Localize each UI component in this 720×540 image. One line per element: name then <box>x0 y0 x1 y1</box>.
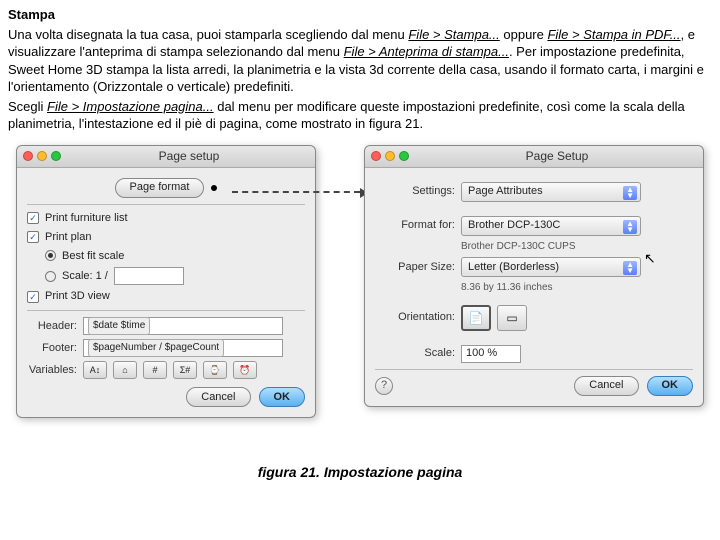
window-controls <box>371 151 409 161</box>
paper-size-note: 8.36 by 11.36 inches <box>461 281 693 295</box>
dot-icon <box>211 185 217 191</box>
header-input[interactable]: $date $time <box>83 317 283 335</box>
print-3d-label: Print 3D view <box>45 289 110 304</box>
var-button[interactable]: ⌂ <box>113 361 137 379</box>
titlebar-right: Page Setup <box>365 146 703 168</box>
print-3d-checkbox[interactable]: ✓ <box>27 291 39 303</box>
print-plan-label: Print plan <box>45 230 91 245</box>
titlebar-left: Page setup <box>17 146 315 168</box>
help-button[interactable]: ? <box>375 377 393 395</box>
p1-t2: oppure <box>500 27 548 42</box>
scale-label-right: Scale: <box>375 346 455 361</box>
var-button[interactable]: # <box>143 361 167 379</box>
scale-input[interactable] <box>114 267 184 285</box>
arrow-line <box>232 191 360 193</box>
cursor-icon: ↖ <box>644 249 656 268</box>
paragraph-2: Scegli File > Impostazione pagina... dal… <box>8 98 712 133</box>
scale-input-right[interactable]: 100 % <box>461 345 521 363</box>
best-fit-label: Best fit scale <box>62 249 124 264</box>
separator <box>375 369 693 370</box>
zoom-icon[interactable] <box>399 151 409 161</box>
ok-button[interactable]: OK <box>647 376 694 396</box>
p2-m1: File > Impostazione pagina... <box>47 99 214 114</box>
section-heading: Stampa <box>8 6 712 24</box>
scale-radio[interactable] <box>45 271 56 282</box>
page-setup-right-dialog: Page Setup Settings: Page Attributes▲▼ Fo… <box>364 145 704 407</box>
cancel-button[interactable]: Cancel <box>186 387 250 407</box>
paragraph-1: Una volta disegnata la tua casa, puoi st… <box>8 26 712 96</box>
var-button[interactable]: A↕ <box>83 361 107 379</box>
format-for-combo[interactable]: Brother DCP-130C▲▼ <box>461 216 641 236</box>
dialog-title-right: Page Setup <box>417 148 697 164</box>
figure-area: Page setup Page format ✓ Print furniture … <box>8 141 712 451</box>
p1-m1: File > Stampa... <box>408 27 499 42</box>
p1-t1: Una volta disegnata la tua casa, puoi st… <box>8 27 408 42</box>
footer-token: $pageNumber / $pageCount <box>88 339 224 357</box>
var-button[interactable]: Σ# <box>173 361 197 379</box>
separator <box>27 204 305 205</box>
header-token: $date $time <box>88 317 150 335</box>
page-setup-left-dialog: Page setup Page format ✓ Print furniture … <box>16 145 316 418</box>
format-for-label: Format for: <box>375 218 455 233</box>
landscape-button[interactable]: ▭ <box>497 305 527 331</box>
close-icon[interactable] <box>23 151 33 161</box>
paper-size-label: Paper Size: <box>375 260 455 275</box>
paper-size-value: Letter (Borderless) <box>468 260 559 275</box>
minimize-icon[interactable] <box>385 151 395 161</box>
var-button[interactable]: ⏰ <box>233 361 257 379</box>
scale-label: Scale: 1 / <box>62 269 108 284</box>
figure-caption: figura 21. Impostazione pagina <box>8 463 712 482</box>
variables-label: Variables: <box>27 363 77 378</box>
print-furniture-checkbox[interactable]: ✓ <box>27 212 39 224</box>
cancel-button[interactable]: Cancel <box>574 376 638 396</box>
portrait-button[interactable]: 📄 <box>461 305 491 331</box>
separator <box>27 310 305 311</box>
paper-size-combo[interactable]: Letter (Borderless)▲▼ <box>461 257 641 277</box>
page-format-button[interactable]: Page format <box>115 178 205 198</box>
var-button[interactable]: ⌚ <box>203 361 227 379</box>
settings-combo[interactable]: Page Attributes▲▼ <box>461 182 641 202</box>
p1-m2: File > Stampa in PDF... <box>547 27 680 42</box>
window-controls <box>23 151 61 161</box>
print-furniture-label: Print furniture list <box>45 211 128 226</box>
footer-label: Footer: <box>27 341 77 356</box>
footer-input[interactable]: $pageNumber / $pageCount <box>83 339 283 357</box>
ok-button[interactable]: OK <box>259 387 306 407</box>
print-plan-checkbox[interactable]: ✓ <box>27 231 39 243</box>
settings-value: Page Attributes <box>468 184 543 199</box>
settings-label: Settings: <box>375 184 455 199</box>
close-icon[interactable] <box>371 151 381 161</box>
orientation-label: Orientation: <box>375 310 455 325</box>
zoom-icon[interactable] <box>51 151 61 161</box>
best-fit-radio[interactable] <box>45 250 56 261</box>
p2-t1: Scegli <box>8 99 47 114</box>
format-for-note: Brother DCP-130C CUPS <box>461 240 693 254</box>
dialog-title-left: Page setup <box>69 148 309 164</box>
p1-m3: File > Anteprima di stampa... <box>344 44 509 59</box>
minimize-icon[interactable] <box>37 151 47 161</box>
header-label: Header: <box>27 319 77 334</box>
format-for-value: Brother DCP-130C <box>468 218 560 233</box>
